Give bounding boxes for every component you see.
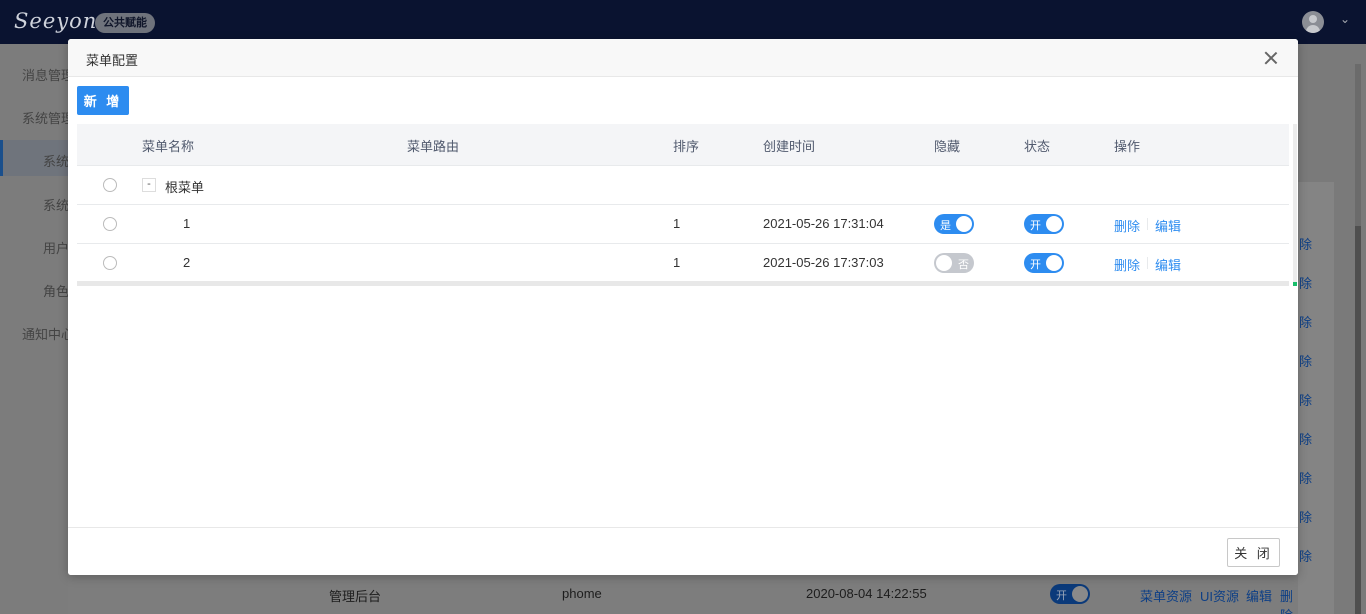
background-delete-link[interactable]: 除	[1299, 546, 1312, 565]
column-header-name: 菜单名称	[142, 139, 195, 154]
chevron-down-icon[interactable]: ⌄	[1340, 12, 1350, 26]
toggle-knob	[956, 216, 972, 232]
close-button[interactable]: 关 闭	[1227, 538, 1280, 567]
delete-link[interactable]: 删除	[1114, 255, 1140, 274]
hidden-toggle[interactable]: 是	[934, 214, 974, 234]
edit-link[interactable]: 编辑	[1246, 586, 1272, 605]
action-separator	[1147, 257, 1148, 269]
modal-footer: 关 闭	[68, 527, 1298, 575]
toggle-label: 开	[1056, 590, 1067, 602]
menu-config-modal: 菜单配置 新 增 菜单名称 菜单路由 排序 创建时间 隐藏 状态 操作 - 根菜…	[68, 39, 1298, 575]
background-content: 除 除 除 除 除 除 除 除 除	[1298, 44, 1366, 614]
row-radio[interactable]	[103, 217, 117, 231]
seeyon-logo[interactable]: Seeyon	[14, 9, 97, 33]
modal-header: 菜单配置	[68, 39, 1298, 77]
sidebar-subitem-users[interactable]: 用户	[43, 238, 68, 257]
background-delete-link[interactable]: 除	[1299, 429, 1312, 448]
delete-link[interactable]: 删除	[1114, 216, 1140, 235]
modal-title: 菜单配置	[86, 53, 139, 68]
collapse-icon[interactable]: -	[142, 178, 156, 192]
background-delete-link[interactable]: 除	[1299, 351, 1312, 370]
status-toggle[interactable]: 开	[1024, 214, 1064, 234]
toggle-label: 否	[958, 259, 969, 271]
ui-resource-link[interactable]: UI资源	[1200, 586, 1239, 605]
scroll-indicator	[1293, 282, 1297, 286]
column-header-route: 菜单路由	[407, 139, 460, 154]
background-delete-link[interactable]: 除	[1299, 234, 1312, 253]
menu-created-time: 2021-05-26 17:37:03	[763, 255, 884, 270]
background-table-row: 管理后台 phome 2020-08-04 14:22:55 开 菜单资源 UI…	[68, 575, 1298, 614]
menu-resource-link[interactable]: 菜单资源	[1140, 586, 1192, 605]
column-header-order: 排序	[673, 139, 700, 154]
sidebar-subitem-roles[interactable]: 角色	[43, 281, 68, 300]
table-row: 1 1 2021-05-26 17:31:04 是 开 删除 编辑	[77, 205, 1289, 244]
action-separator	[1147, 218, 1148, 230]
sidebar-subitem-system-1[interactable]: 系统	[43, 151, 68, 170]
table-horizontal-scrollbar[interactable]	[77, 281, 1289, 286]
close-icon[interactable]	[1263, 50, 1279, 66]
table-row: 2 1 2021-05-26 17:37:03 否 开 删除 编辑	[77, 244, 1289, 283]
background-row-route: phome	[562, 586, 602, 601]
row-radio[interactable]	[103, 178, 117, 192]
background-row-time: 2020-08-04 14:22:55	[806, 586, 927, 601]
sidebar-item-system[interactable]: 系统管理	[22, 108, 68, 127]
row-radio[interactable]	[103, 256, 117, 270]
status-toggle[interactable]: 开	[1024, 253, 1064, 273]
background-delete-link[interactable]: 除	[1299, 468, 1312, 487]
background-row-name: 管理后台	[329, 589, 382, 604]
toggle-knob	[936, 255, 952, 271]
sidebar-item-notifications[interactable]: 通知中心	[22, 324, 68, 343]
sidebar-active-indicator	[0, 140, 3, 176]
menu-name: 2	[183, 255, 191, 270]
menu-order: 1	[673, 255, 681, 270]
top-bar: Seeyon 公共赋能 ⌄	[0, 0, 1366, 44]
product-badge: 公共赋能	[95, 13, 155, 33]
sidebar: 消息管理 系统管理 系统 系统 用户 角色 通知中心	[0, 44, 68, 614]
toggle-knob	[1046, 255, 1062, 271]
column-header-status: 状态	[1024, 139, 1051, 154]
background-delete-link[interactable]: 除	[1299, 390, 1312, 409]
root-menu-name: 根菜单	[165, 180, 205, 195]
toggle-knob	[1046, 216, 1062, 232]
edit-link[interactable]: 编辑	[1155, 216, 1181, 235]
column-header-hidden: 隐藏	[934, 139, 961, 154]
background-delete-link[interactable]: 除	[1299, 273, 1312, 292]
background-delete-link[interactable]: 除	[1299, 312, 1312, 331]
background-status-toggle[interactable]: 开	[1050, 584, 1090, 604]
menu-name: 1	[183, 216, 191, 231]
table-vertical-scrollbar[interactable]	[1293, 124, 1297, 286]
table-header: 菜单名称 菜单路由 排序 创建时间 隐藏 状态 操作	[77, 124, 1289, 166]
sidebar-subitem-system-2[interactable]: 系统	[43, 195, 68, 214]
toggle-label: 开	[1030, 220, 1041, 232]
menu-order: 1	[673, 216, 681, 231]
add-button[interactable]: 新 增	[77, 86, 129, 115]
column-header-created: 创建时间	[763, 139, 816, 154]
sidebar-item-messages[interactable]: 消息管理	[22, 65, 68, 84]
background-scrollbar-thumb[interactable]	[1355, 226, 1361, 614]
user-avatar-icon[interactable]	[1302, 11, 1324, 33]
edit-link[interactable]: 编辑	[1155, 255, 1181, 274]
toggle-label: 开	[1030, 259, 1041, 271]
hidden-toggle[interactable]: 否	[934, 253, 974, 273]
menu-created-time: 2021-05-26 17:31:04	[763, 216, 884, 231]
background-delete-link[interactable]: 除	[1299, 507, 1312, 526]
toggle-label: 是	[940, 220, 951, 232]
column-header-actions: 操作	[1114, 139, 1141, 154]
table-row-root: - 根菜单	[77, 166, 1289, 205]
delete-link[interactable]: 删除	[1280, 586, 1298, 614]
